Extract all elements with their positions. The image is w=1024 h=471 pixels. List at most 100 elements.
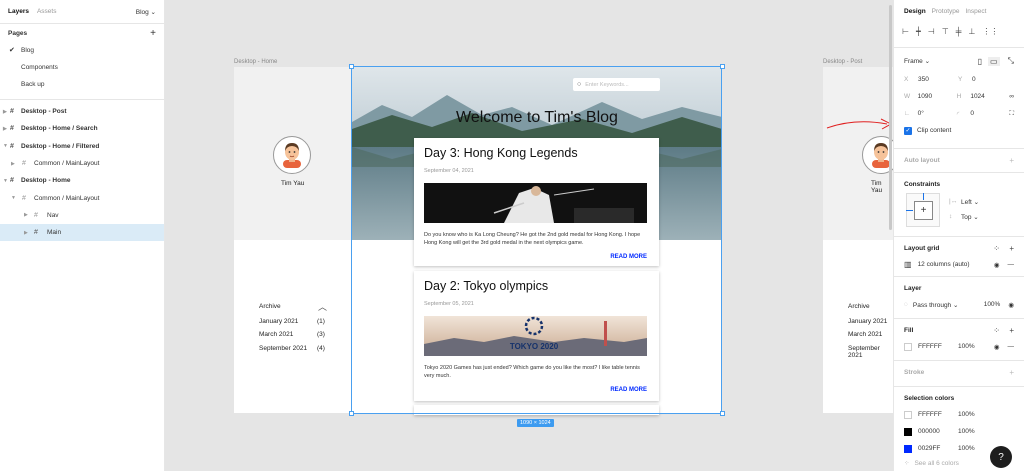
resize-handle[interactable] (349, 411, 354, 416)
align-left-icon[interactable]: ⊢ (902, 27, 909, 36)
align-top-icon[interactable]: ⊤ (942, 27, 949, 36)
layer-desktop-home-filtered[interactable]: ▼ # Desktop - Home / Filtered (0, 138, 164, 155)
help-button[interactable]: ? (990, 446, 1012, 468)
vertical-constraint-select[interactable]: Top ⌄ (961, 213, 979, 221)
canvas-scrollbar[interactable] (889, 5, 892, 230)
constraint-widget[interactable]: + (906, 193, 940, 227)
blend-mode-select[interactable]: Pass through ⌄ (913, 301, 959, 309)
caret-down-icon[interactable]: ▼ (3, 143, 8, 149)
add-grid-icon[interactable]: + (1009, 244, 1014, 253)
page-item-back-up[interactable]: Back up (0, 76, 164, 93)
add-page-icon[interactable]: + (150, 28, 156, 39)
caret-right-icon[interactable]: ▶ (3, 126, 7, 132)
color-opacity[interactable]: 100% (958, 428, 975, 435)
layer-common-mainlayout[interactable]: ▼ # Common / MainLayout (0, 189, 164, 206)
portrait-icon[interactable]: ▯ (978, 57, 982, 66)
caret-right-icon[interactable]: ▶ (24, 212, 28, 218)
post-card[interactable]: Day 2: Tokyo olympics September 05, 2021… (414, 271, 659, 401)
archive-month[interactable]: March 2021 (259, 331, 293, 338)
horizontal-constraint-select[interactable]: Left ⌄ (961, 198, 979, 206)
color-opacity[interactable]: 100% (958, 411, 975, 418)
grid-styles-icon[interactable]: ⁘ (993, 244, 1000, 253)
clip-content-checkbox[interactable]: ✓ (904, 126, 912, 135)
post-title[interactable]: Day 2: Tokyo olympics (424, 279, 548, 293)
frame-label-home[interactable]: Desktop - Home (234, 59, 277, 65)
layer-opacity[interactable]: 100% (984, 301, 1001, 308)
landscape-icon[interactable]: ▭ (988, 56, 1000, 66)
color-swatch[interactable] (904, 427, 912, 436)
chevron-up-icon[interactable]: ︿ (318, 300, 327, 313)
align-h-center-icon[interactable]: ┿ (916, 27, 921, 36)
color-swatch[interactable] (904, 444, 912, 453)
align-bottom-icon[interactable]: ⊥ (968, 27, 975, 36)
add-auto-layout-icon[interactable]: + (1009, 156, 1014, 165)
caret-right-icon[interactable]: ▶ (11, 161, 15, 167)
layer-main[interactable]: ▶ # Main (0, 224, 164, 242)
remove-icon[interactable]: — (1008, 261, 1015, 268)
layer-desktop-home-search[interactable]: ▶ # Desktop - Home / Search (0, 120, 164, 137)
color-swatch[interactable] (904, 410, 912, 419)
independent-corners-icon[interactable]: ⛶ (1009, 110, 1014, 118)
tab-assets[interactable]: Assets (37, 8, 57, 15)
post-card[interactable]: Day 3: Hong Kong Legends September 04, 2… (414, 138, 659, 266)
x-field[interactable]: 350 (918, 76, 958, 83)
design-canvas[interactable]: Desktop - Home Desktop - Post Tim Yau Ar… (165, 0, 893, 471)
resize-to-fit-icon[interactable]: ⤡ (1008, 56, 1014, 66)
resize-handle[interactable] (349, 64, 354, 69)
add-stroke-icon[interactable]: + (1009, 368, 1014, 377)
read-more-link[interactable]: READ MORE (610, 254, 647, 260)
tab-inspect[interactable]: Inspect (966, 8, 987, 15)
distribute-icon[interactable]: ⋮⋮ (982, 27, 998, 36)
page-item-components[interactable]: Components (0, 59, 164, 76)
height-field[interactable]: 1024 (970, 93, 1009, 100)
fill-opacity[interactable]: 100% (958, 343, 975, 350)
post-title[interactable]: Day 3: Hong Kong Legends (424, 146, 578, 160)
caret-right-icon[interactable]: ▶ (24, 230, 28, 236)
layer-desktop-post[interactable]: ▶ # Desktop - Post (0, 103, 164, 120)
archive-month[interactable]: September 2021 (259, 345, 307, 352)
archive-month[interactable]: January 2021 (848, 318, 887, 325)
tab-prototype[interactable]: Prototype (932, 8, 960, 15)
search-input[interactable]: ○ Enter Keywords... (573, 78, 660, 91)
caret-down-icon[interactable]: ▼ (11, 195, 16, 201)
eye-icon[interactable]: ◉ (994, 343, 1000, 351)
eye-icon[interactable]: ◉ (994, 261, 1000, 269)
remove-icon[interactable]: — (1008, 343, 1015, 350)
archive-month[interactable]: September 2021 (848, 345, 893, 359)
caret-down-icon[interactable]: ▼ (3, 178, 8, 184)
tab-layers[interactable]: Layers (8, 8, 29, 15)
page-item-blog[interactable]: ✔ Blog (0, 42, 164, 59)
frame-type-dropdown[interactable]: Frame ⌄ (904, 57, 930, 65)
archive-month[interactable]: January 2021 (259, 318, 298, 325)
color-hex[interactable]: FFFFFF (918, 411, 958, 418)
corner-radius-field[interactable]: 0 (970, 110, 1009, 117)
layer-desktop-home[interactable]: ▼ # Desktop - Home (0, 172, 164, 189)
fill-swatch[interactable] (904, 342, 912, 351)
fill-hex[interactable]: FFFFFF (918, 343, 958, 350)
rotation-field[interactable]: 0° (918, 110, 957, 117)
layer-common-mainlayout[interactable]: ▶ # Common / MainLayout (0, 155, 164, 172)
layer-nav[interactable]: ▶ # Nav (0, 207, 164, 224)
resize-handle[interactable] (720, 411, 725, 416)
resize-handle[interactable] (720, 64, 725, 69)
width-field[interactable]: 1090 (918, 93, 957, 100)
page-selector[interactable]: Blog ⌄ (136, 8, 156, 16)
archive-month[interactable]: March 2021 (848, 331, 882, 338)
read-more-link[interactable]: READ MORE (610, 387, 647, 393)
add-fill-icon[interactable]: + (1009, 326, 1014, 335)
eye-icon[interactable]: ◉ (1008, 301, 1014, 309)
see-all-colors-link[interactable]: See all 6 colors (914, 460, 958, 467)
color-opacity[interactable]: 100% (958, 445, 975, 452)
tab-design[interactable]: Design (904, 8, 926, 15)
color-hex[interactable]: 000000 (918, 428, 958, 435)
frame-label-post[interactable]: Desktop - Post (823, 59, 862, 65)
layout-grid-value[interactable]: 12 columns (auto) (918, 261, 970, 268)
fill-styles-icon[interactable]: ⁘ (993, 326, 1000, 335)
align-v-center-icon[interactable]: ╪ (956, 27, 962, 36)
align-right-icon[interactable]: ⊣ (928, 27, 935, 36)
y-field[interactable]: 0 (972, 76, 1012, 83)
constrain-proportions-icon[interactable]: ∞ (1009, 93, 1014, 100)
color-hex[interactable]: 0029FF (918, 445, 958, 452)
caret-right-icon[interactable]: ▶ (3, 109, 7, 115)
columns-grid-icon[interactable]: ▥ (904, 260, 912, 269)
